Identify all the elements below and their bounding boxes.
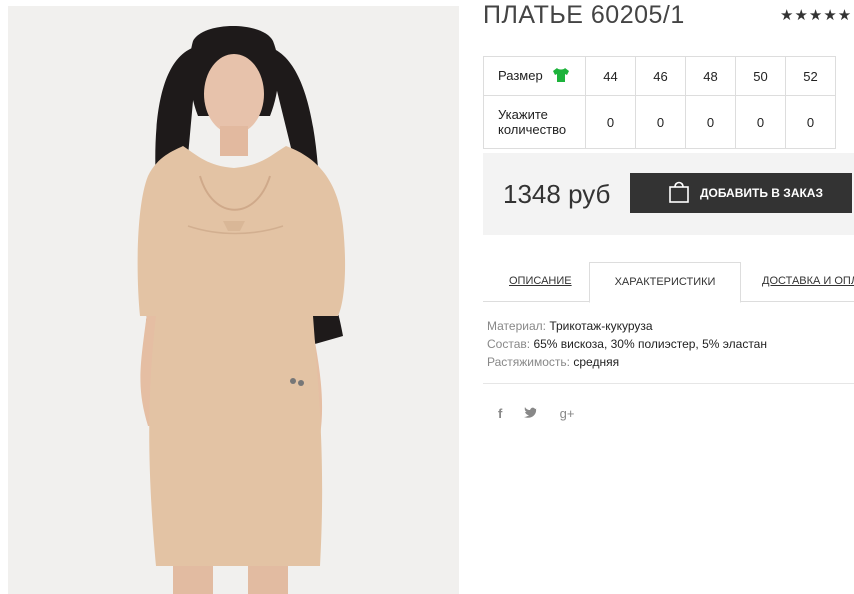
social-share: f g+ <box>498 406 592 421</box>
quantity-row: Укажите количество 0 0 0 0 0 <box>483 95 836 149</box>
size-50: 50 <box>735 56 786 96</box>
tab-characteristics[interactable]: ХАРАКТЕРИСТИКИ <box>589 262 741 303</box>
dress-model-image <box>8 6 459 594</box>
quantity-input-52[interactable]: 0 <box>785 95 836 149</box>
quantity-input-50[interactable]: 0 <box>735 95 786 149</box>
tab-delivery[interactable]: ДОСТАВКА И ОПЛ <box>762 262 854 301</box>
product-tabs: ОПИСАНИЕ ХАРАКТЕРИСТИКИ ДОСТАВКА И ОПЛ <box>483 262 854 303</box>
specs-list: Материал: Трикотаж-кукуруза Состав: 65% … <box>487 317 767 371</box>
facebook-icon[interactable]: f <box>498 406 502 421</box>
quantity-input-48[interactable]: 0 <box>685 95 736 149</box>
product-title: ПЛАТЬЕ 60205/1 <box>483 1 685 29</box>
tab-description[interactable]: ОПИСАНИЕ <box>509 262 572 301</box>
size-44: 44 <box>585 56 636 96</box>
googleplus-icon[interactable]: g+ <box>560 406 575 421</box>
product-photo[interactable] <box>8 6 459 594</box>
size-label-cell: Размер <box>483 56 586 96</box>
spec-material: Материал: Трикотаж-кукуруза <box>487 319 653 333</box>
quantity-label: Укажите количество <box>483 95 586 149</box>
size-label: Размер <box>498 67 543 83</box>
size-row: Размер 44 46 48 50 52 <box>483 56 836 96</box>
spec-stretch: Растяжимость: средняя <box>487 355 620 369</box>
shopping-bag-icon <box>668 180 690 207</box>
price: 1348 руб <box>503 179 611 209</box>
quantity-input-44[interactable]: 0 <box>585 95 636 149</box>
quantity-input-46[interactable]: 0 <box>635 95 686 149</box>
spec-composition: Состав: 65% вискоза, 30% полиэстер, 5% э… <box>487 337 767 351</box>
rating-stars-icon[interactable]: ★★★★★ <box>780 6 854 24</box>
twitter-icon[interactable] <box>523 406 538 421</box>
add-to-order-label: ДОБАВИТЬ В ЗАКАЗ <box>700 186 823 200</box>
add-to-order-button[interactable]: ДОБАВИТЬ В ЗАКАЗ <box>630 173 852 213</box>
size-48: 48 <box>685 56 736 96</box>
size-table: Размер 44 46 48 50 52 Укажите количество… <box>483 56 836 149</box>
size-52: 52 <box>785 56 836 96</box>
size-46: 46 <box>635 56 686 96</box>
tshirt-size-icon[interactable] <box>552 67 570 86</box>
price-box: 1348 руб ДОБАВИТЬ В ЗАКАЗ <box>483 153 854 235</box>
section-divider <box>483 383 854 384</box>
